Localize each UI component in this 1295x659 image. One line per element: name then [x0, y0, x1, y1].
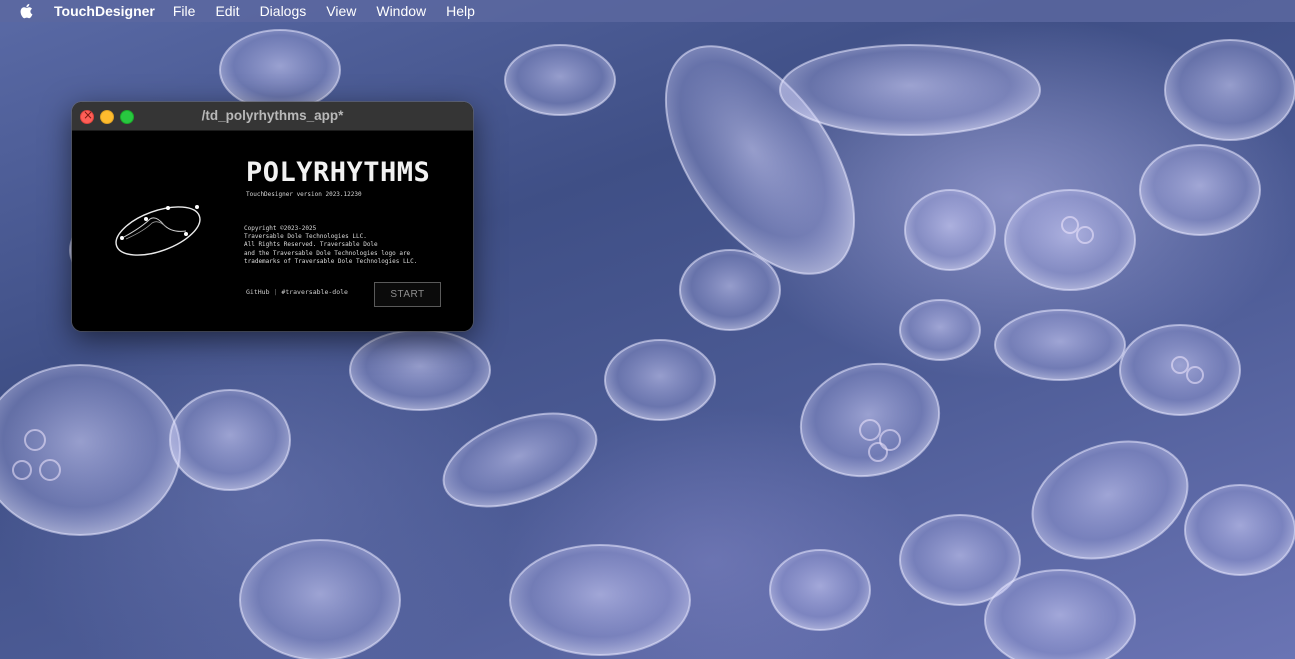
links-row: GitHub | #traversable-dole: [246, 288, 348, 296]
menu-dialogs[interactable]: Dialogs: [260, 0, 307, 22]
splash-panel: POLYRHYTHMS TouchDesigner version 2023.1…: [72, 131, 473, 331]
window-titlebar[interactable]: /td_polyrhythms_app*: [72, 102, 473, 131]
menu-help[interactable]: Help: [446, 0, 475, 22]
menu-view[interactable]: View: [326, 0, 356, 22]
ellipse-orbit-logo-icon: [115, 205, 201, 256]
menu-edit[interactable]: Edit: [215, 0, 239, 22]
apple-logo-icon[interactable]: [19, 2, 35, 20]
menu-app-name[interactable]: TouchDesigner: [54, 0, 155, 22]
github-link[interactable]: GitHub: [246, 288, 269, 296]
version-text: TouchDesigner version 2023.12230: [246, 191, 362, 198]
link-separator: |: [273, 288, 278, 296]
menu-file[interactable]: File: [173, 0, 196, 22]
copyright-text: Copyright ©2023-2025 Traversable Dole Te…: [244, 225, 418, 265]
app-title: POLYRHYTHMS: [246, 157, 431, 188]
menu-bar: TouchDesigner File Edit Dialogs View Win…: [0, 0, 1295, 22]
start-button[interactable]: START: [374, 282, 441, 307]
handle-link[interactable]: #traversable-dole: [281, 288, 348, 296]
app-window: /td_polyrhythms_app* POLYRHYTHMS TouchDe…: [72, 102, 473, 331]
window-title: /td_polyrhythms_app*: [201, 108, 344, 123]
menu-window[interactable]: Window: [376, 0, 426, 22]
